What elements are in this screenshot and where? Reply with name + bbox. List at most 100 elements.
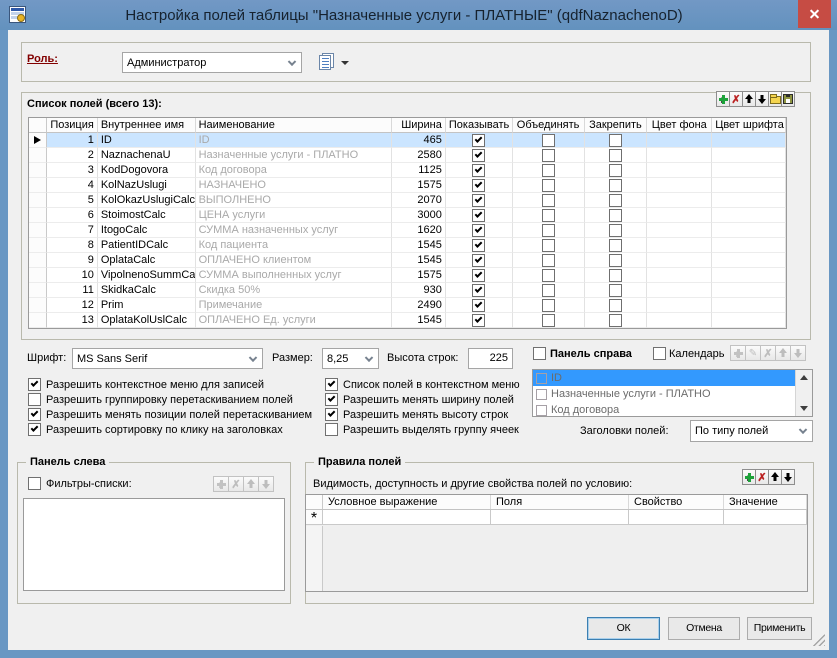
fields-table-cell[interactable]: 1575 <box>392 178 446 193</box>
cell-checkbox[interactable] <box>609 194 622 207</box>
cell-checkbox[interactable] <box>542 239 555 252</box>
fields-table-column-header[interactable]: Показывать <box>446 118 513 133</box>
cell-checkbox[interactable] <box>609 254 622 267</box>
cell-checkbox[interactable] <box>542 149 555 162</box>
fields-table-cell[interactable] <box>585 253 648 268</box>
fields-table-cell[interactable] <box>513 208 585 223</box>
option-checkbox[interactable] <box>28 393 41 406</box>
option-checkbox[interactable]: ✔ <box>28 408 41 421</box>
rules-table-column-header[interactable]: Свойство <box>629 495 724 509</box>
cell-checkbox[interactable] <box>609 134 622 147</box>
fields-table-cell[interactable]: SkidkaCalc <box>98 283 196 298</box>
fields-table-cell[interactable]: Назначенные услуги - ПЛАТНО <box>196 148 392 163</box>
apply-button[interactable]: Применить <box>747 617 812 640</box>
fields-table-cell[interactable] <box>585 268 648 283</box>
cell-checkbox[interactable] <box>609 149 622 162</box>
rules-table-cell[interactable] <box>724 510 807 524</box>
option-checkbox[interactable]: ✔ <box>325 378 338 391</box>
fields-table-cell[interactable] <box>585 163 648 178</box>
fields-table-cell[interactable] <box>647 313 712 328</box>
rules-table-column-header[interactable]: Значение <box>724 495 807 509</box>
cell-checkbox-checked[interactable]: ✔ <box>472 269 485 282</box>
fields-table-cell[interactable] <box>712 163 786 178</box>
fields-table-row[interactable]: 13OplataKolUslCalcОПЛАЧЕНО Ед. услуги154… <box>29 313 786 328</box>
fields-table-cell[interactable] <box>712 268 786 283</box>
fields-table-cell[interactable] <box>513 313 585 328</box>
fields-table-cell[interactable] <box>647 268 712 283</box>
fields-table-cell[interactable]: Примечание <box>196 298 392 313</box>
fields-table-cell[interactable]: 1545 <box>392 238 446 253</box>
fields-table-cell[interactable]: 12 <box>47 298 98 313</box>
fields-table-cell[interactable]: ✔ <box>446 193 513 208</box>
fields-table-cell[interactable]: 1545 <box>392 253 446 268</box>
move-down-button[interactable] <box>755 91 769 107</box>
cell-checkbox[interactable] <box>609 164 622 177</box>
fields-table-cell[interactable]: ✔ <box>446 148 513 163</box>
fields-table-cell[interactable] <box>647 178 712 193</box>
cell-checkbox[interactable] <box>542 269 555 282</box>
cell-checkbox[interactable] <box>609 224 622 237</box>
fields-table-cell[interactable] <box>712 208 786 223</box>
cell-checkbox-checked[interactable]: ✔ <box>472 179 485 192</box>
delete-button[interactable]: ✗ <box>760 345 776 361</box>
item-checkbox[interactable] <box>536 405 547 416</box>
fields-table-cell[interactable]: 7 <box>47 223 98 238</box>
cell-checkbox[interactable] <box>542 209 555 222</box>
delete-button[interactable]: ✗ <box>228 476 244 492</box>
cell-checkbox[interactable] <box>542 254 555 267</box>
fields-table-cell[interactable]: 10 <box>47 268 98 283</box>
rules-table-new-row[interactable]: * <box>306 510 807 525</box>
fields-table-column-header[interactable]: Позиция <box>47 118 98 133</box>
cell-checkbox-checked[interactable]: ✔ <box>472 239 485 252</box>
fields-table-cell[interactable]: ✔ <box>446 163 513 178</box>
fields-table-cell[interactable] <box>585 178 648 193</box>
fields-table-cell[interactable]: 2070 <box>392 193 446 208</box>
fields-table-cell[interactable] <box>585 313 648 328</box>
right-panel-fields-list[interactable]: IDНазначенные услуги - ПЛАТНОКод договор… <box>532 369 813 417</box>
fields-table-cell[interactable] <box>513 283 585 298</box>
calendar-checkbox[interactable] <box>653 347 666 360</box>
fields-table-cell[interactable]: 3 <box>47 163 98 178</box>
fields-table-cell[interactable] <box>647 208 712 223</box>
fields-table-cell[interactable] <box>712 223 786 238</box>
cell-checkbox-checked[interactable]: ✔ <box>472 194 485 207</box>
copy-role-menu-arrow[interactable] <box>341 61 349 65</box>
fields-table-cell[interactable]: 1575 <box>392 268 446 283</box>
ok-button[interactable]: ОК <box>587 617 660 640</box>
fields-table-row[interactable]: 11SkidkaCalcСкидка 50%930✔ <box>29 283 786 298</box>
fields-table-cell[interactable] <box>712 133 786 148</box>
fields-table-cell[interactable]: 930 <box>392 283 446 298</box>
fields-table-cell[interactable]: StoimostCalc <box>98 208 196 223</box>
fields-table-cell[interactable] <box>647 163 712 178</box>
fields-table-cell[interactable]: Скидка 50% <box>196 283 392 298</box>
move-up-button[interactable] <box>742 91 756 107</box>
fields-table-cell[interactable]: 1620 <box>392 223 446 238</box>
fields-table-cell[interactable]: ОПЛАЧЕНО клиентом <box>196 253 392 268</box>
fields-table-row[interactable]: 7ItogoCalcСУММА назначенных услуг1620✔ <box>29 223 786 238</box>
fields-table-cell[interactable]: KodDogovora <box>98 163 196 178</box>
fields-table-cell[interactable] <box>513 298 585 313</box>
fields-table-cell[interactable]: Код пациента <box>196 238 392 253</box>
delete-button[interactable]: ✗ <box>755 469 769 485</box>
fields-table-cell[interactable]: НАЗНАЧЕНО <box>196 178 392 193</box>
fields-table-cell[interactable] <box>585 133 648 148</box>
fields-table-cell[interactable]: ✔ <box>446 313 513 328</box>
fields-table-cell[interactable]: ЦЕНА услуги <box>196 208 392 223</box>
cell-checkbox[interactable] <box>609 269 622 282</box>
fields-table-cell[interactable] <box>513 148 585 163</box>
fields-table-cell[interactable] <box>513 253 585 268</box>
cell-checkbox-checked[interactable]: ✔ <box>472 134 485 147</box>
cell-checkbox[interactable] <box>609 299 622 312</box>
save-button[interactable] <box>781 91 795 107</box>
fields-table-cell[interactable]: ✔ <box>446 298 513 313</box>
fields-table-cell[interactable]: ✔ <box>446 238 513 253</box>
fields-table-cell[interactable]: ItogoCalc <box>98 223 196 238</box>
role-combobox[interactable]: Администратор <box>122 52 302 73</box>
fields-table-row[interactable]: 6StoimostCalcЦЕНА услуги3000✔ <box>29 208 786 223</box>
right-panel-checkbox[interactable] <box>533 347 546 360</box>
copy-role-icon[interactable] <box>319 55 331 70</box>
delete-button[interactable]: ✗ <box>729 91 743 107</box>
fields-table-cell[interactable] <box>647 148 712 163</box>
fields-table-cell[interactable]: 9 <box>47 253 98 268</box>
fields-table-row[interactable]: 9OplataCalcОПЛАЧЕНО клиентом1545✔ <box>29 253 786 268</box>
